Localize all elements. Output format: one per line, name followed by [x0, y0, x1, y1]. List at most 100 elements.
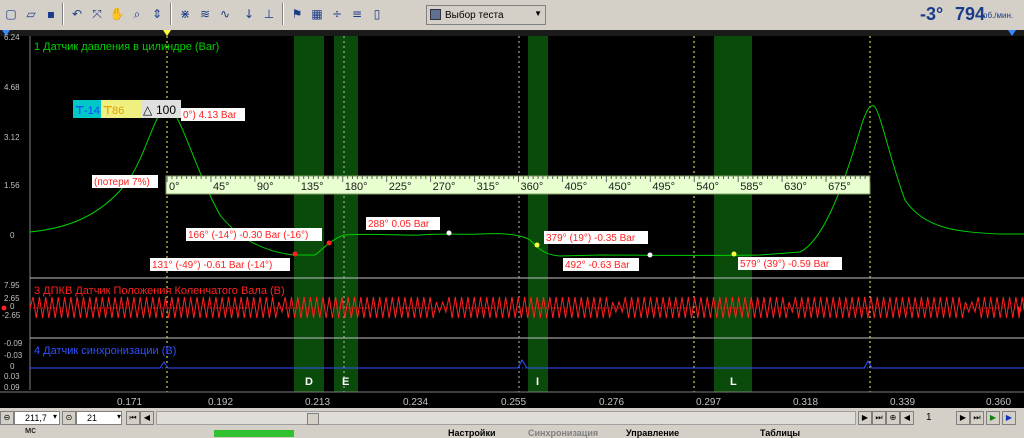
angle-tick-label: 270° — [433, 181, 456, 193]
angle-tick-label: 405° — [564, 181, 587, 193]
cursor-a: -14 — [84, 105, 100, 117]
angle-tick-label: 135° — [301, 181, 324, 193]
angle-tick-label: 90° — [257, 181, 274, 193]
zoom-icon[interactable]: ⌕ — [128, 5, 146, 23]
save-icon[interactable]: ▪ — [42, 5, 60, 23]
ch3-label: 3 ДПКВ Датчик Положения Коленчатого Вала… — [34, 285, 285, 297]
svg-text:0.297: 0.297 — [696, 397, 721, 408]
point-288[interactable] — [446, 230, 452, 236]
count-dropdown-icon[interactable]: ▾ — [112, 411, 126, 425]
count-icon[interactable]: ⊙ — [62, 411, 76, 425]
point-379[interactable] — [534, 242, 540, 248]
overlay-icon[interactable]: ∿ — [216, 5, 234, 23]
back-icon[interactable]: ◀ — [900, 411, 914, 425]
oscilloscope-area[interactable]: 6.24 4.68 3.12 1.56 0 7.95 2.65 0 -2.65 … — [0, 30, 1024, 408]
svg-text:0.171: 0.171 — [117, 397, 142, 408]
prev-icon[interactable]: ◀ — [140, 411, 154, 425]
step-end-icon[interactable]: ⏭ — [970, 411, 984, 425]
test-select-label: Выбор теста — [445, 9, 504, 21]
last-icon[interactable]: ⏭ — [872, 411, 886, 425]
angle-tick-label: 495° — [652, 181, 675, 193]
zone-e-label: E — [342, 376, 349, 388]
svg-text:0.03: 0.03 — [4, 372, 20, 381]
fast-play-icon[interactable]: ▶ — [1002, 411, 1016, 425]
svg-text:0.192: 0.192 — [208, 397, 233, 408]
ch4-sync-trace — [30, 358, 1024, 369]
svg-text:-0.09: -0.09 — [4, 339, 23, 348]
filter-icon[interactable]: ⚑ — [288, 5, 306, 23]
x-axis: 0.171 0.192 0.213 0.234 0.255 0.276 0.29… — [117, 397, 1011, 408]
ch1-label: 1 Датчик давления в цилиндре (Bar) — [34, 41, 219, 53]
angle-tick-label: 0° — [169, 181, 180, 193]
point-166[interactable] — [326, 240, 332, 246]
indicator-bar — [214, 430, 294, 437]
open-folder-icon[interactable]: ▱ — [22, 5, 40, 23]
record-icon[interactable]: ⊕ — [886, 411, 900, 425]
ch3-level-icon[interactable] — [1, 305, 7, 311]
angle-scale[interactable]: 0° 45° 90° 135° 180° 225° 270° 315° 360° 405° 450°… — [165, 175, 871, 195]
angle-tick-label: 585° — [740, 181, 763, 193]
svg-text:0.234: 0.234 — [403, 397, 428, 408]
point-379-label: 379° (19°) -0.35 Bar — [546, 233, 636, 244]
report-icon[interactable]: ▯ — [368, 5, 386, 23]
status-bar: ⊖ 211,7 мс ▾ ⊙ 21 ▾ ⏮ ◀ ▶ ⏭ ⊕ ◀ 1 ▶ ⏭ ▶ … — [0, 408, 1024, 438]
angle-tick-label: 180° — [345, 181, 368, 193]
point-131[interactable] — [292, 251, 298, 257]
point-288-label: 288° 0.05 Bar — [368, 219, 430, 230]
cursor-zero-icon[interactable]: ⊥ — [260, 5, 278, 23]
svg-text:7.95: 7.95 — [4, 281, 20, 290]
point-492[interactable] — [647, 252, 653, 258]
svg-text:0.318: 0.318 — [793, 397, 818, 408]
autoscale-icon[interactable]: ⇕ — [148, 5, 166, 23]
divide-icon[interactable]: ÷ — [328, 5, 346, 23]
rpm-readout: 794 — [955, 4, 986, 24]
zone-i — [528, 36, 548, 392]
svg-text:△: △ — [143, 103, 153, 117]
svg-text:0.213: 0.213 — [305, 397, 330, 408]
waves-icon[interactable]: ≋ — [196, 5, 214, 23]
play-icon[interactable]: ▶ — [986, 411, 1000, 425]
zone-d-label: D — [305, 376, 313, 388]
cursor-c: 100 — [156, 103, 176, 117]
hand-icon[interactable]: ✋ — [108, 5, 126, 23]
zoom-out-icon[interactable]: ⊖ — [0, 411, 14, 425]
svg-text:0: 0 — [10, 231, 15, 240]
point-579[interactable] — [731, 251, 737, 257]
angle-tick-label: 315° — [477, 181, 500, 193]
svg-text:0.09: 0.09 — [4, 383, 20, 392]
scrollbar-thumb[interactable] — [307, 413, 319, 425]
ch3-crank-trace — [29, 296, 1024, 319]
angle-tick-label: 540° — [696, 181, 719, 193]
zone-d — [294, 36, 324, 392]
angle-tick-label: 225° — [389, 181, 412, 193]
first-icon[interactable]: ⏮ — [126, 411, 140, 425]
point-492-label: 492° -0.63 Bar — [565, 260, 630, 271]
cursor-readout[interactable]: ⊤ -14 ⊤ 86 △ 100 — [73, 100, 181, 118]
point-131-label: 131° (-49°) -0.61 Bar (-14°) — [152, 260, 272, 271]
point-579-label: 579° (39°) -0.59 Bar — [740, 259, 830, 270]
split-icon[interactable]: ⋇ — [176, 5, 194, 23]
page-number: 1 — [926, 412, 932, 423]
svg-text:3.12: 3.12 — [4, 133, 20, 142]
angle-tick-label: 45° — [213, 181, 230, 193]
cursor-b: 86 — [112, 105, 124, 117]
step-icon[interactable]: ▶ — [956, 411, 970, 425]
marker-icon[interactable]: ↓ — [240, 5, 258, 23]
new-file-icon[interactable]: ▢ — [2, 5, 20, 23]
next-icon[interactable]: ▶ — [858, 411, 872, 425]
time-dropdown-icon[interactable]: ▾ — [48, 411, 62, 425]
grid-icon[interactable]: ≡ — [348, 5, 366, 23]
svg-text:-2.65: -2.65 — [2, 311, 21, 320]
time-scrollbar[interactable] — [156, 411, 856, 425]
angle-tick-label: 630° — [784, 181, 807, 193]
scale-icon[interactable]: ⤧ — [88, 5, 106, 23]
svg-text:0: 0 — [10, 362, 15, 371]
ch4-label: 4 Датчик синхронизации (В) — [34, 345, 176, 357]
angle-readout: -3° — [920, 4, 944, 24]
svg-text:0.339: 0.339 — [890, 397, 915, 408]
svg-text:-0.03: -0.03 — [4, 351, 23, 360]
toolbar: ▢ ▱ ▪ ↶ ⤧ ✋ ⌕ ⇕ ⋇ ≋ ∿ ↓ ⊥ ⚑ ▦ ÷ ≡ ▯ Выбо… — [0, 0, 1024, 31]
test-select[interactable]: Выбор теста ▼ — [426, 5, 546, 25]
table-icon[interactable]: ▦ — [308, 5, 326, 23]
undo-zoom-icon[interactable]: ↶ — [68, 5, 86, 23]
